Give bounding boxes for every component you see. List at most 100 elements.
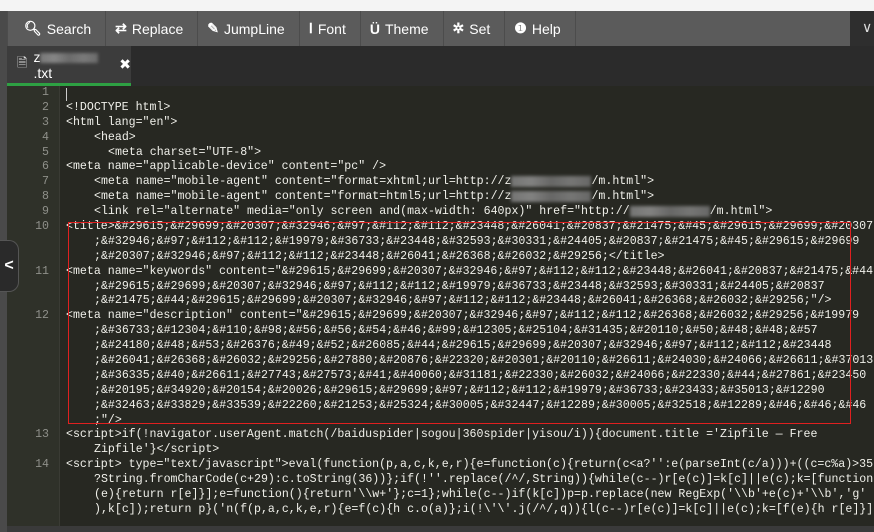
code-line: 7 <meta name="mobile-agent" content="form…	[7, 175, 874, 190]
jumpline-button[interactable]: ✎ JumpLine	[198, 11, 300, 46]
line-number: 12	[35, 309, 49, 323]
code-line: 13 <script>if(!navigator.userAgent.match(…	[7, 428, 874, 443]
line-number: 5	[42, 145, 49, 159]
code-text: ;&#20195;&#34920;&#20154;&#20026;&#29615…	[94, 383, 825, 397]
help-button[interactable]: ❶ Help	[505, 11, 576, 46]
code-text: ;&#26041;&#26368;&#26032;&#29256;&#27880…	[94, 354, 874, 368]
replace-button[interactable]: ⇄ Replace	[106, 11, 199, 46]
code-text: ;&#32946;&#97;&#112;&#112;&#19979;&#3673…	[94, 234, 860, 248]
chevron-down-icon: ∨	[862, 19, 873, 35]
code-line: ?String.fromCharCode(c+29):c.toString(36…	[7, 473, 874, 488]
collapse-sidebar-button[interactable]: <	[0, 240, 19, 292]
line-number: 3	[42, 115, 49, 129]
code-text: ;&#32463;&#33829;&#33539;&#22260;&#21253…	[94, 398, 867, 412]
code-text: ;&#29615;&#29699;&#20307;&#32946;&#97;&#…	[94, 279, 825, 293]
code-line: ),k[c]);return p}('n(f(p,a,c,k,e,r){e=f(…	[7, 503, 874, 518]
code-text: ),k[c]);return p}('n(f(p,a,c,k,e,r){e=f(…	[94, 502, 874, 516]
gear-icon: ✲	[452, 20, 465, 36]
line-number: 4	[42, 130, 49, 144]
set-button[interactable]: ✲ Set	[444, 11, 506, 46]
code-text: <meta name="description" content="&#2961…	[66, 309, 860, 323]
line-number: 7	[42, 175, 49, 189]
code-line: 10 <title>&#29615;&#29699;&#20307;&#32946…	[7, 220, 874, 235]
font-icon: Ⅰ	[308, 20, 313, 36]
code-editor[interactable]: 1 2 <!DOCTYPE html> 3 <html lang="en"> 4 <head…	[7, 86, 874, 532]
code-line: 8 <meta name="mobile-agent" content="form…	[7, 190, 874, 205]
code-text: (e){return r[e]}];e=function(){return'\\…	[94, 488, 867, 502]
file-tab[interactable]: 🗎︎ z.txt ✖	[7, 46, 131, 86]
horizontal-scrollbar[interactable]	[7, 526, 874, 532]
line-number: 14	[35, 458, 49, 472]
code-text: <meta name="keywords" content="&#29615;&…	[66, 264, 874, 278]
theme-label: Theme	[384, 20, 429, 37]
file-icon: 🗎︎	[17, 54, 28, 70]
code-text: <meta name="mobile-agent" content="forma…	[94, 175, 655, 189]
code-text: <script> type="text/javascript">eval(fun…	[66, 458, 874, 472]
code-line: ;&#29615;&#29699;&#20307;&#32946;&#97;&#…	[7, 280, 874, 295]
line-number: 1	[42, 86, 49, 99]
code-text: <title>&#29615;&#29699;&#20307;&#32946;&…	[66, 220, 874, 234]
code-line: 12 <meta name="description" content="&#29…	[7, 309, 874, 324]
set-label: Set	[469, 20, 491, 37]
line-number: 13	[35, 428, 49, 442]
code-line: ;"/>	[7, 414, 874, 429]
window-top-strip	[0, 0, 874, 11]
toolbar: 🔍︎ Search ⇄ Replace ✎ JumpLine Ⅰ Font Ü Theme ✲ Set…	[7, 11, 850, 46]
pin-icon: ✎	[207, 20, 219, 36]
code-line: 9 <link rel="alternate" media="only scree…	[7, 205, 874, 220]
redacted-url	[511, 175, 592, 187]
text-cursor	[66, 88, 67, 101]
code-line: ;&#32463;&#33829;&#33539;&#22260;&#21253…	[7, 399, 874, 414]
code-text: <script>if(!navigator.userAgent.match(/b…	[66, 428, 818, 442]
code-text: ;&#36335;&#40;&#26611;&#27743;&#27573;&#…	[94, 368, 867, 382]
help-icon: ❶	[514, 20, 527, 36]
code-line: ;&#20307;&#32946;&#97;&#112;&#112;&#2344…	[7, 250, 874, 265]
code-text: ;&#21475;&#44;&#29615;&#29699;&#20307;&#…	[94, 294, 832, 308]
line-number: 10	[35, 220, 49, 234]
code-line: (e){return r[e]}];e=function(){return'\\…	[7, 488, 874, 503]
code-text: <meta name="mobile-agent" content="forma…	[94, 190, 655, 204]
toolbar-more-button[interactable]: ∨	[850, 11, 874, 46]
close-icon[interactable]: ✖	[119, 56, 131, 73]
code-line: 5 <meta charset="UTF-8">	[7, 146, 874, 161]
code-line: 1	[7, 86, 874, 101]
code-line: 2 <!DOCTYPE html>	[7, 101, 874, 116]
code-text: ;&#36733;&#12304;&#110;&#98;&#56;&#56;&#…	[94, 324, 818, 338]
tab-bar: 🗎︎ z.txt ✖	[7, 46, 874, 86]
code-line: ;&#21475;&#44;&#29615;&#29699;&#20307;&#…	[7, 294, 874, 309]
line-number: 8	[42, 190, 49, 204]
code-line: 3 <html lang="en">	[7, 116, 874, 131]
code-text: <link rel="alternate" media="only screen…	[94, 205, 773, 219]
code-line: 6 <meta name="applicable-device" content=…	[7, 160, 874, 175]
magnet-icon: Ü	[369, 20, 380, 37]
redacted-url	[511, 190, 592, 202]
code-text: Zipfile'}</script>	[94, 443, 220, 457]
font-button[interactable]: Ⅰ Font	[300, 11, 361, 46]
replace-label: Replace	[131, 20, 184, 37]
code-text: ;&#20307;&#32946;&#97;&#112;&#112;&#2344…	[94, 249, 665, 263]
code-line: 4 <head>	[7, 131, 874, 146]
line-number: 6	[42, 160, 49, 174]
code-line: 11 <meta name="keywords" content="&#29615…	[7, 265, 874, 280]
code-line: ;&#20195;&#34920;&#20154;&#20026;&#29615…	[7, 384, 874, 399]
code-line: Zipfile'}</script>	[7, 443, 874, 458]
code-line: ;&#32946;&#97;&#112;&#112;&#19979;&#3673…	[7, 235, 874, 250]
code-line: ;&#24180;&#48;&#53;&#26376;&#49;&#52;&#2…	[7, 339, 874, 354]
jumpline-label: JumpLine	[223, 20, 285, 37]
replace-icon: ⇄	[115, 20, 127, 36]
file-tab-label: z.txt	[33, 49, 105, 81]
search-button[interactable]: 🔍︎ Search	[7, 11, 107, 46]
code-text: ;&#24180;&#48;&#53;&#26376;&#49;&#52;&#2…	[94, 339, 832, 353]
code-text: ;"/>	[94, 413, 122, 427]
code-text: <html lang="en">	[66, 115, 178, 129]
code-line: ;&#26041;&#26368;&#26032;&#29256;&#27880…	[7, 354, 874, 369]
theme-button[interactable]: Ü Theme	[361, 11, 444, 46]
line-number: 2	[42, 100, 49, 114]
code-text: <meta charset="UTF-8">	[108, 145, 262, 159]
code-content[interactable]: 1 2 <!DOCTYPE html> 3 <html lang="en"> 4 <head…	[7, 86, 874, 518]
code-line: ;&#36733;&#12304;&#110;&#98;&#56;&#56;&#…	[7, 324, 874, 339]
chevron-left-icon: <	[4, 257, 14, 274]
redacted-url	[629, 205, 710, 217]
code-line: 14 <script> type="text/javascript">eval(f…	[7, 458, 874, 473]
help-label: Help	[531, 20, 561, 37]
